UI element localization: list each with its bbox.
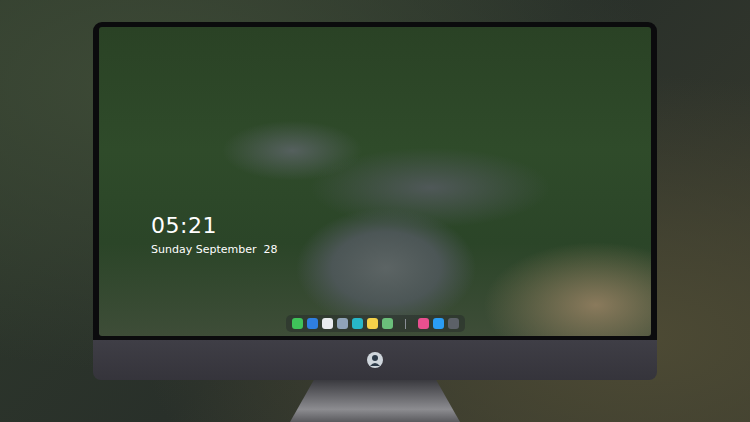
dock-separator [405,319,406,329]
clock-date: Sunday September 28 [151,242,651,258]
dock-app-icon[interactable] [352,318,363,329]
dock-app-icon[interactable] [322,318,333,329]
dock-app-icon[interactable] [292,318,303,329]
dock-app-icon[interactable] [433,318,444,329]
screen-bezel: 05:21 Sunday September 28 [93,22,657,340]
dock [286,315,465,332]
dock-app-icon[interactable] [448,318,459,329]
lock-clock: 05:21 Sunday September 28 [99,27,651,258]
monitor: 05:21 Sunday September 28 [93,22,657,422]
dock-app-icon[interactable] [382,318,393,329]
backdrop: 05:21 Sunday September 28 [0,0,750,422]
clock-time: 05:21 [151,213,651,239]
brand-logo-icon [366,351,384,369]
desktop-wallpaper: 05:21 Sunday September 28 [99,27,651,336]
dock-app-icon[interactable] [307,318,318,329]
dock-app-icon[interactable] [418,318,429,329]
dock-app-icon[interactable] [337,318,348,329]
monitor-chin [93,340,657,380]
dock-app-icon[interactable] [367,318,378,329]
monitor-stand [290,380,460,422]
